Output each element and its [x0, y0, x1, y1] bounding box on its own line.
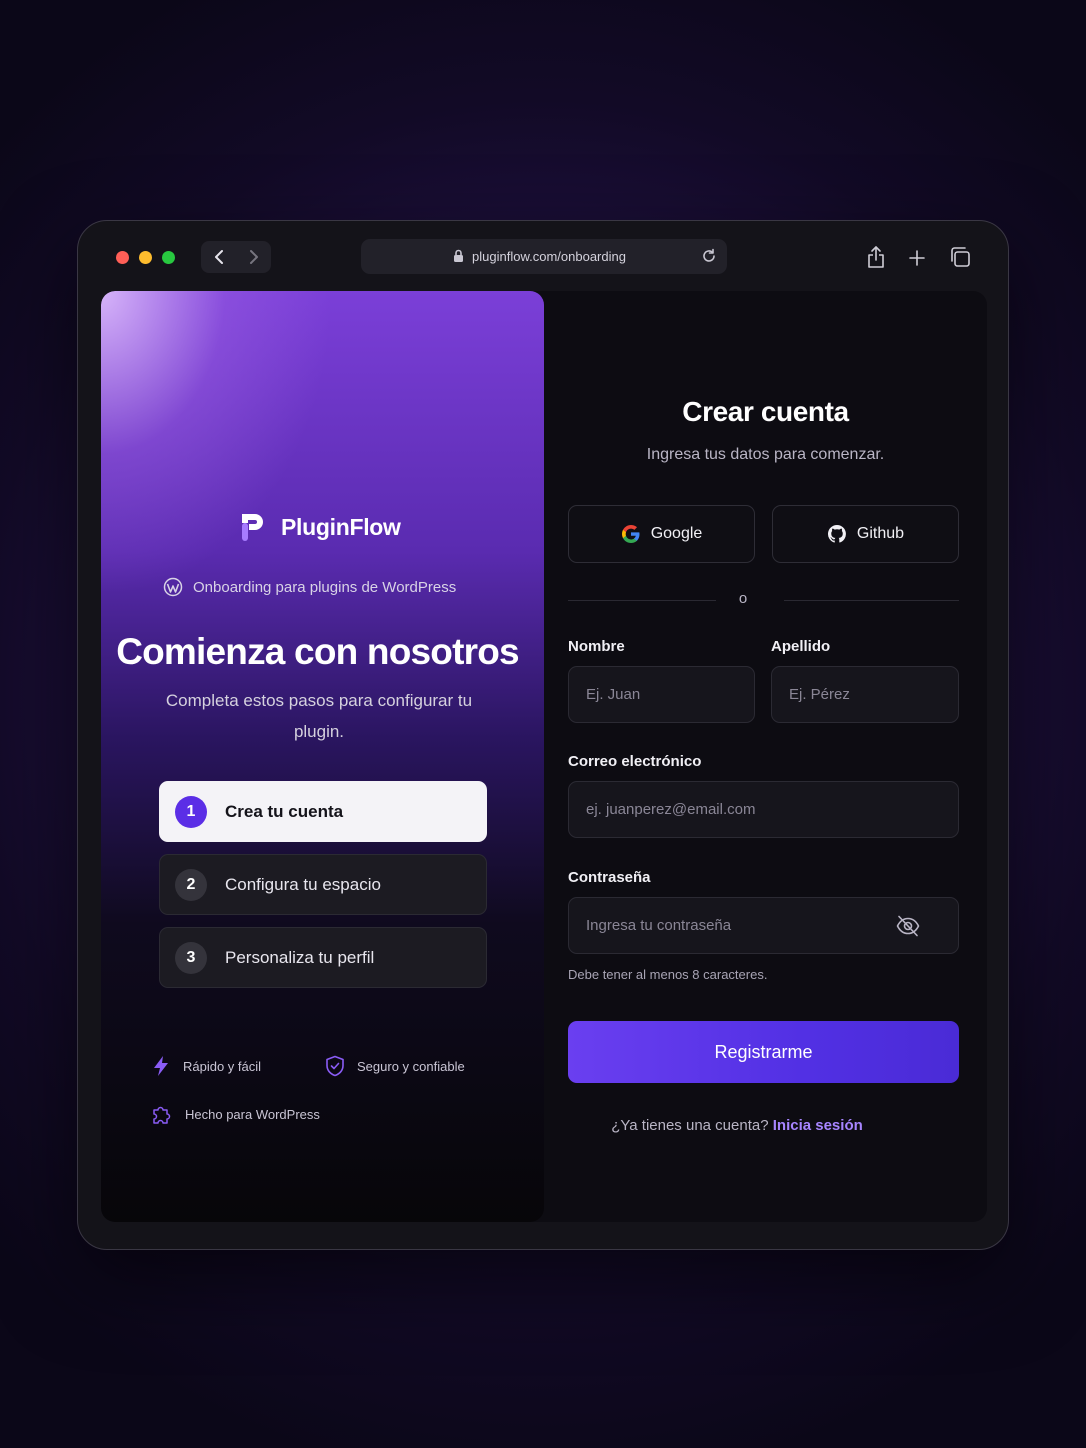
lightning-icon: [154, 1056, 168, 1076]
share-icon[interactable]: [866, 245, 886, 269]
step-number: 2: [175, 868, 207, 901]
brand-name: PluginFlow: [281, 513, 401, 540]
shield-check-icon: [326, 1055, 344, 1077]
password-label: Contraseña: [568, 869, 651, 886]
browser-window: pluginflow.com/onboarding PluginFlow Onb…: [77, 220, 1009, 1250]
divider-text: o: [738, 590, 748, 607]
step-label: Crea tu cuenta: [225, 801, 344, 821]
back-button[interactable]: [201, 241, 236, 273]
google-label: Google: [650, 525, 703, 542]
forward-button[interactable]: [236, 241, 271, 273]
feature-label: Rápido y fácil: [183, 1058, 262, 1074]
wordpress-icon: [163, 577, 183, 597]
github-icon: [827, 525, 846, 543]
step-label: Personaliza tu perfil: [225, 947, 375, 967]
step-customize-profile[interactable]: 3 Personaliza tu perfil: [159, 927, 487, 988]
form-title: Crear cuenta: [682, 396, 849, 427]
nav-buttons: [201, 241, 271, 273]
divider-line-left: [568, 600, 716, 601]
tabs-overview-icon[interactable]: [949, 246, 971, 268]
divider-line-right: [784, 600, 959, 601]
feature-label: Hecho para WordPress: [185, 1106, 320, 1122]
hero-subtitle: Completa estos pasos para configurar tu …: [165, 691, 473, 741]
chevron-left-icon: [214, 250, 223, 264]
hero-title: Comienza con nosotros: [116, 631, 519, 672]
step-number: 1: [175, 795, 207, 828]
page-content: PluginFlow Onboarding para plugins de Wo…: [101, 291, 987, 1222]
email-label: Correo electrónico: [568, 753, 702, 770]
signup-form: Crear cuenta Ingresa tus datos para come…: [544, 291, 987, 1222]
last-name-label: Apellido: [771, 638, 831, 655]
google-icon: [621, 525, 640, 543]
password-hint: Debe tener al menos 8 caracteres.: [568, 967, 768, 982]
feature-label: Seguro y confiable: [357, 1058, 465, 1074]
form-subtitle: Ingresa tus datos para comenzar.: [646, 446, 885, 463]
browser-toolbar: pluginflow.com/onboarding: [78, 221, 1008, 291]
first-name-input[interactable]: [568, 666, 755, 723]
feature-secure: Seguro y confiable: [325, 1055, 465, 1077]
pluginflow-logo-icon: [242, 514, 263, 541]
step-number: 3: [175, 941, 207, 974]
register-button[interactable]: Registrarme: [568, 1021, 959, 1083]
last-name-input[interactable]: [771, 666, 959, 723]
tagline-text: Onboarding para plugins de WordPress: [193, 578, 457, 596]
maximize-window-button[interactable]: [162, 251, 175, 264]
github-signin-button[interactable]: Github: [772, 505, 959, 563]
address-bar[interactable]: pluginflow.com/onboarding: [361, 239, 727, 274]
feature-fast: Rápido y fácil: [151, 1055, 261, 1077]
step-configure-space[interactable]: 2 Configura tu espacio: [159, 854, 487, 915]
close-window-button[interactable]: [116, 251, 129, 264]
login-link[interactable]: Inicia sesión: [773, 1117, 863, 1134]
chevron-right-icon: [249, 250, 258, 264]
step-create-account[interactable]: 1 Crea tu cuenta: [159, 781, 487, 842]
feature-wordpress: Hecho para WordPress: [151, 1103, 320, 1125]
email-input[interactable]: [568, 781, 959, 838]
login-prompt-text: ¿Ya tienes una cuenta?: [611, 1117, 769, 1134]
reload-icon[interactable]: [701, 248, 717, 264]
onboarding-panel: PluginFlow Onboarding para plugins de Wo…: [101, 291, 544, 1222]
tagline: Onboarding para plugins de WordPress: [163, 577, 456, 597]
step-label: Configura tu espacio: [225, 874, 381, 894]
first-name-label: Nombre: [568, 638, 625, 655]
github-label: Github: [856, 525, 905, 542]
minimize-window-button[interactable]: [139, 251, 152, 264]
puzzle-icon: [153, 1106, 171, 1124]
url-text: pluginflow.com/onboarding: [472, 249, 626, 264]
brand-logo: PluginFlow: [239, 511, 401, 543]
new-tab-icon[interactable]: [908, 249, 926, 267]
google-signin-button[interactable]: Google: [568, 505, 755, 563]
lock-icon: [454, 249, 463, 262]
login-prompt: ¿Ya tienes una cuenta? Inicia sesión: [544, 1117, 930, 1134]
eye-off-icon[interactable]: [895, 913, 921, 939]
